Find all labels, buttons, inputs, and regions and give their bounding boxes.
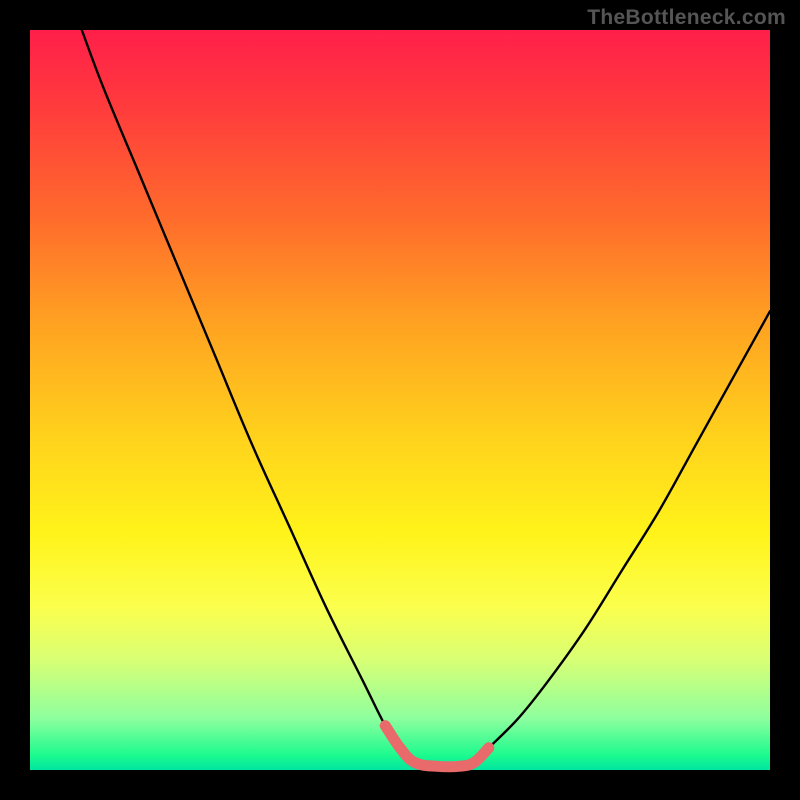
chart-frame: TheBottleneck.com xyxy=(0,0,800,800)
curve-layer xyxy=(30,30,770,770)
bottleneck-curve xyxy=(82,30,770,767)
gradient-plot-area xyxy=(30,30,770,770)
optimal-range-highlight xyxy=(385,726,489,767)
watermark-text: TheBottleneck.com xyxy=(587,6,786,30)
